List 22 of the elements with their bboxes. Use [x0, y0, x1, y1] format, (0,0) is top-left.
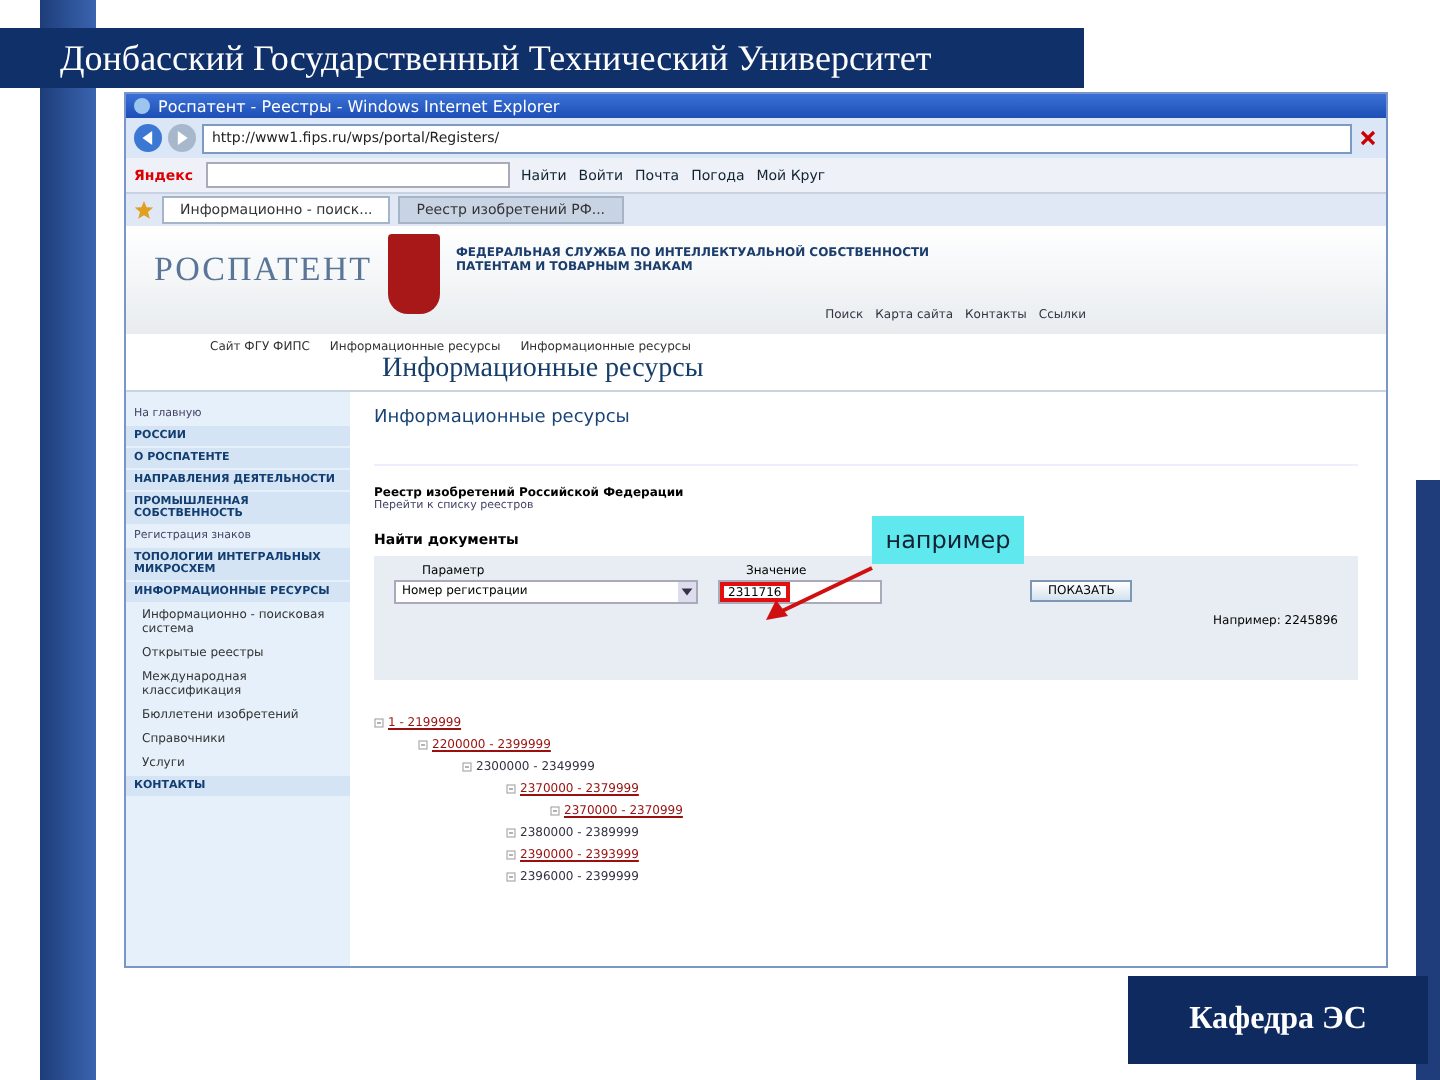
window-title: Роспатент - Реестры - Windows Internet Explorer [158, 97, 560, 115]
star-icon[interactable] [134, 200, 154, 220]
dropdown-arrow-icon [678, 582, 696, 602]
tree-toggle-icon[interactable] [550, 806, 560, 816]
tree-toggle-icon[interactable] [374, 718, 384, 728]
site-logo: РОСПАТЕНТ [154, 250, 372, 290]
slide-title: Донбасский Государственный Технический Университет [0, 28, 1084, 88]
back-button[interactable] [134, 124, 162, 152]
search-field[interactable] [205, 162, 510, 188]
browser-icon [134, 98, 150, 114]
tree-toggle-icon[interactable] [462, 762, 472, 772]
stop-button[interactable] [1358, 128, 1378, 148]
callout-label: например [872, 516, 1024, 564]
tree-toggle-icon[interactable] [418, 740, 428, 750]
tree-toggle-icon[interactable] [506, 872, 516, 882]
tree-toggle-icon[interactable] [506, 828, 516, 838]
footer-label: Кафедра ЭС [1128, 976, 1428, 1064]
forward-button[interactable] [168, 124, 196, 152]
tree-toggle-icon[interactable] [506, 850, 516, 860]
page-title: Информационные ресурсы [380, 354, 706, 388]
tree-toggle-icon[interactable] [506, 784, 516, 794]
content-title: Информационные ресурсы [374, 408, 1358, 466]
